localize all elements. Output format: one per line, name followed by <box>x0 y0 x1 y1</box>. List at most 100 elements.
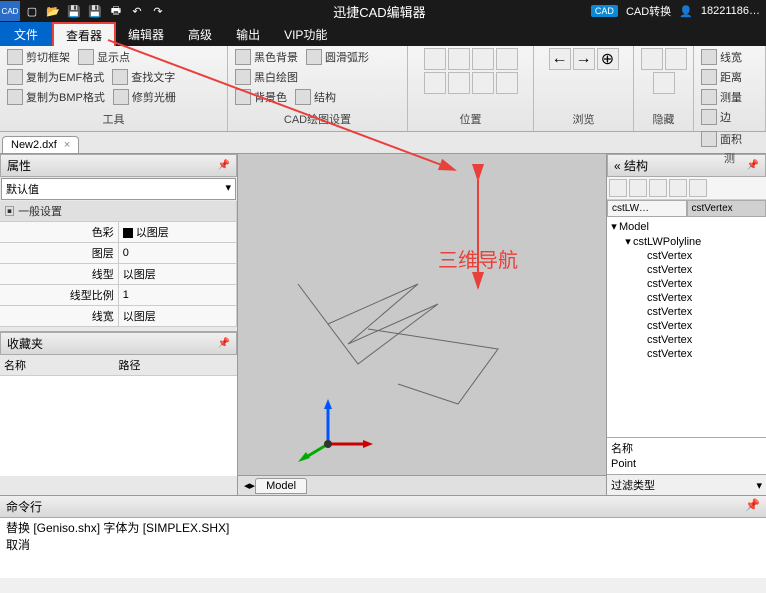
table-row: 色彩 以图层 <box>0 222 237 243</box>
ribbon-group-position-label: 位置 <box>412 109 529 129</box>
filter-label: 过滤类型 <box>611 477 655 493</box>
tree-tab-1[interactable]: cstLW… <box>607 200 687 217</box>
hide-btn-3[interactable] <box>653 72 675 94</box>
ribbon-copy-emf[interactable]: 复制为EMF格式 <box>4 68 107 86</box>
tree-leaf[interactable]: cstVertex <box>609 347 764 361</box>
position-btn-4[interactable] <box>496 48 518 70</box>
browse-btn-2[interactable]: → <box>573 48 595 70</box>
pin-icon[interactable]: 📌 <box>745 498 760 515</box>
user-label[interactable]: 18221186… <box>701 5 760 17</box>
new-icon[interactable]: ▢ <box>22 1 42 21</box>
ribbon: 剪切框架 显示点 复制为EMF格式 查找文字 复制为BMP格式 修剪光栅 工具 … <box>0 46 766 132</box>
point-icon <box>78 49 94 65</box>
ribbon-trim-raster[interactable]: 修剪光栅 <box>110 88 179 106</box>
position-btn-1[interactable] <box>424 48 446 70</box>
table-row: 线型比例1 <box>0 285 237 306</box>
properties-title: 属性 <box>7 157 31 174</box>
ribbon-copy-bmp[interactable]: 复制为BMP格式 <box>4 88 108 106</box>
drawing-canvas[interactable]: 三维导航 ◂ ▸ Model <box>238 154 606 495</box>
struct-tb-5[interactable] <box>689 179 707 197</box>
ribbon-edge[interactable]: 边 <box>698 108 734 126</box>
tab-output[interactable]: 输出 <box>224 22 272 46</box>
arc-icon <box>306 49 322 65</box>
close-icon[interactable]: × <box>64 139 70 151</box>
distance-icon <box>701 69 717 85</box>
ribbon-group-browse-label: 浏览 <box>538 109 629 129</box>
model-tab[interactable]: Model <box>255 478 307 494</box>
chevron-down-icon[interactable]: ▾ <box>756 479 762 492</box>
prop-section-header[interactable]: ▣ 一般设置 <box>0 201 237 222</box>
saveas-icon[interactable]: 💾 <box>85 1 105 21</box>
tree-leaf[interactable]: cstVertex <box>609 249 764 263</box>
search-icon <box>112 69 128 85</box>
tree-leaf[interactable]: cstVertex <box>609 305 764 319</box>
tree-leaf[interactable]: cstVertex <box>609 319 764 333</box>
fav-col-path: 路径 <box>119 357 234 373</box>
browse-btn-1[interactable]: ← <box>549 48 571 70</box>
menubar: 文件 查看器 编辑器 高级 输出 VIP功能 <box>0 22 766 46</box>
ribbon-group-tool-label: 工具 <box>4 109 223 129</box>
position-btn-6[interactable] <box>448 72 470 94</box>
structure-icon <box>295 89 311 105</box>
ribbon-black-bg[interactable]: 黑色背景 <box>232 48 301 66</box>
tab-viewer[interactable]: 查看器 <box>52 22 116 46</box>
command-line-panel: 命令行 📌 替换 [Geniso.shx] 字体为 [SIMPLEX.SHX] … <box>0 495 766 578</box>
pin-icon[interactable]: 📌 <box>218 338 230 349</box>
position-btn-7[interactable] <box>472 72 494 94</box>
name-label: 名称 <box>611 440 762 456</box>
tree-tab-2[interactable]: cstVertex <box>687 200 766 217</box>
tab-vip[interactable]: VIP功能 <box>272 22 339 46</box>
save-icon[interactable]: 💾 <box>64 1 84 21</box>
tree-leaf[interactable]: cstVertex <box>609 291 764 305</box>
fav-col-name: 名称 <box>4 357 119 373</box>
tab-editor[interactable]: 编辑器 <box>116 22 176 46</box>
ribbon-area[interactable]: 面积 <box>698 130 745 148</box>
document-tab[interactable]: New2.dxf × <box>2 136 79 153</box>
ribbon-linewidth[interactable]: 线宽 <box>698 48 745 66</box>
position-btn-2[interactable] <box>448 48 470 70</box>
undo-icon[interactable]: ↶ <box>127 1 147 21</box>
open-icon[interactable]: 📂 <box>43 1 63 21</box>
document-tabs: New2.dxf × <box>0 132 766 154</box>
ribbon-show-point[interactable]: 显示点 <box>75 48 133 66</box>
ribbon-distance[interactable]: 距离 <box>698 68 745 86</box>
ribbon-cut-frame[interactable]: 剪切框架 <box>4 48 73 66</box>
hide-btn-1[interactable] <box>641 48 663 70</box>
tree-leaf[interactable]: cstVertex <box>609 263 764 277</box>
print-icon[interactable]: 🖶 <box>106 1 126 21</box>
position-btn-8[interactable] <box>496 72 518 94</box>
ribbon-bg-color[interactable]: 背景色 <box>232 88 290 106</box>
ribbon-bw-draw[interactable]: 黑白绘图 <box>232 68 301 86</box>
struct-tb-2[interactable] <box>629 179 647 197</box>
tab-advanced[interactable]: 高级 <box>176 22 224 46</box>
emf-icon <box>7 69 23 85</box>
struct-tb-3[interactable] <box>649 179 667 197</box>
name-value: Point <box>611 456 762 472</box>
ribbon-find-text[interactable]: 查找文字 <box>109 68 178 86</box>
position-btn-3[interactable] <box>472 48 494 70</box>
pin-icon[interactable]: 📌 <box>218 160 230 171</box>
default-combo[interactable]: 默认值▾ <box>1 178 236 200</box>
position-btn-5[interactable] <box>424 72 446 94</box>
command-output[interactable]: 替换 [Geniso.shx] 字体为 [SIMPLEX.SHX] 取消 <box>0 518 766 578</box>
cad-convert-link[interactable]: CAD转换 <box>626 3 671 19</box>
structure-panel: « 结构 📌 cstLW… cstVertex ▾Model ▾cstLWPol… <box>606 154 766 495</box>
bw-icon <box>235 69 251 85</box>
hide-btn-2[interactable] <box>665 48 687 70</box>
struct-tb-1[interactable] <box>609 179 627 197</box>
user-icon: 👤 <box>679 5 693 18</box>
redo-icon[interactable]: ↷ <box>148 1 168 21</box>
ribbon-measure[interactable]: 测量 <box>698 88 745 106</box>
ribbon-group-caddraw-label: CAD绘图设置 <box>232 109 403 129</box>
tree-leaf[interactable]: cstVertex <box>609 277 764 291</box>
ribbon-smooth-arc[interactable]: 圆滑弧形 <box>303 48 372 66</box>
struct-tb-4[interactable] <box>669 179 687 197</box>
document-tab-label: New2.dxf <box>11 139 57 151</box>
file-menu[interactable]: 文件 <box>0 22 52 46</box>
structure-tree[interactable]: ▾Model ▾cstLWPolyline cstVertexcstVertex… <box>607 217 766 437</box>
browse-btn-3[interactable]: ⊕ <box>597 48 619 70</box>
favorites-list[interactable] <box>0 376 237 476</box>
ribbon-structure[interactable]: 结构 <box>292 88 339 106</box>
quick-access-toolbar: ▢ 📂 💾 💾 🖶 ↶ ↷ <box>22 1 168 21</box>
tree-leaf[interactable]: cstVertex <box>609 333 764 347</box>
